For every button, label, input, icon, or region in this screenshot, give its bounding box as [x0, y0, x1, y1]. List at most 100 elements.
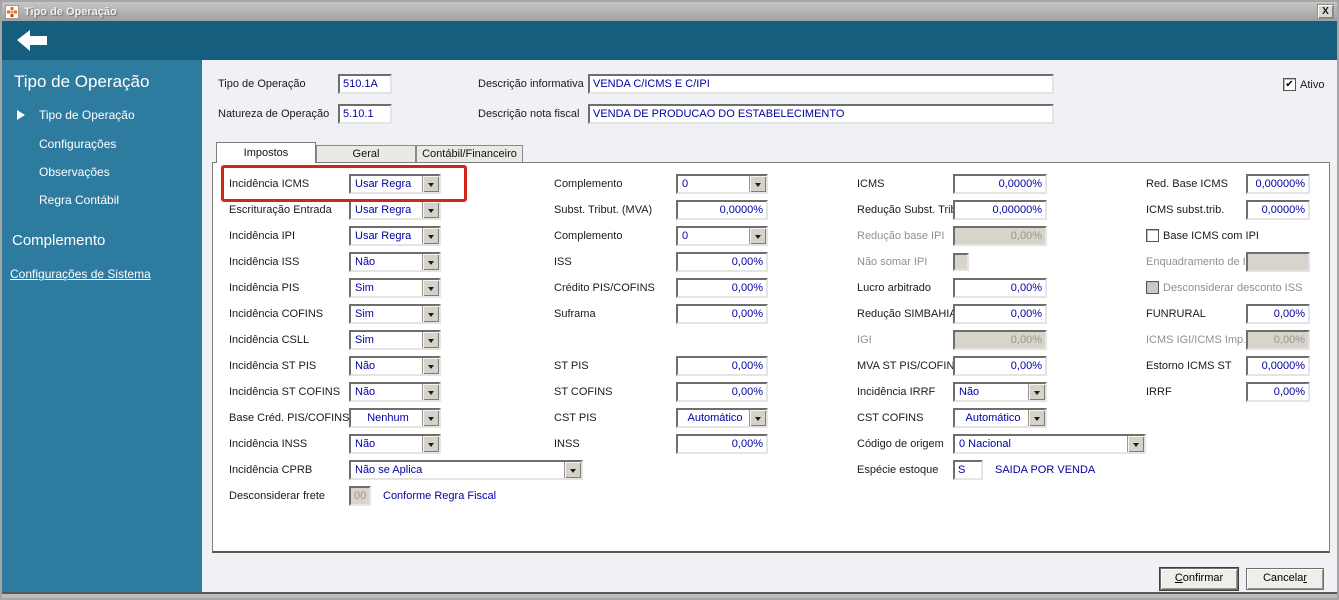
- tab-contabil-financeiro[interactable]: Contábil/Financeiro: [416, 145, 523, 162]
- incidencia-icms-select[interactable]: Usar Regra: [349, 174, 441, 194]
- incidencia-cprb-select-value: Não se Aplica: [355, 464, 423, 476]
- cst-pis-label: CST PIS: [554, 412, 597, 424]
- incidencia-iss-select[interactable]: Não: [349, 252, 441, 272]
- dropdown-arrow-icon[interactable]: [1028, 410, 1045, 426]
- sidebar-item-regra-contabil[interactable]: Regra Contábil: [39, 193, 119, 207]
- base-icms-com-ipi-checkbox[interactable]: [1146, 229, 1159, 242]
- irrf-field[interactable]: 0,00%: [1246, 382, 1310, 402]
- incidencia-iss-select-value: Não: [355, 256, 376, 268]
- dropdown-arrow-icon[interactable]: [422, 410, 439, 426]
- descricao-nota-fiscal-field[interactable]: VENDA DE PRODUCAO DO ESTABELECIMENTO: [588, 104, 1054, 124]
- incidencia-cofins-select-value: Sim: [355, 308, 374, 320]
- dropdown-arrow-glyph: [755, 234, 761, 242]
- icms-field[interactable]: 0,0000%: [953, 174, 1047, 194]
- incidencia-cprb-select[interactable]: Não se Aplica: [349, 460, 583, 480]
- ativo-checkbox[interactable]: [1283, 78, 1296, 91]
- sidebar-item-tipo-de-operacao[interactable]: Tipo de Operação: [39, 108, 135, 122]
- suframa-field[interactable]: 0,00%: [676, 304, 768, 324]
- lucro-arbitrado-field[interactable]: 0,00%: [953, 278, 1047, 298]
- cst-pis-select[interactable]: Automático: [676, 408, 768, 428]
- codigo-de-origem-label: Código de origem: [857, 438, 944, 450]
- reducao-subst-trib-field[interactable]: 0,00000%: [953, 200, 1047, 220]
- st-cofins-field[interactable]: 0,00%: [676, 382, 768, 402]
- cancelar-button[interactable]: Cancelar: [1246, 568, 1324, 590]
- mva-st-pis-cofins-label: MVA ST PIS/COFINS: [857, 360, 962, 372]
- back-button[interactable]: [17, 30, 51, 51]
- dropdown-arrow-glyph: [428, 286, 434, 294]
- inss-field[interactable]: 0,00%: [676, 434, 768, 454]
- codigo-de-origem-select-value: 0 Nacional: [959, 438, 1011, 450]
- incidencia-csll-select-value: Sim: [355, 334, 374, 346]
- sidebar: Tipo de Operação Tipo de Operação Config…: [2, 60, 202, 592]
- cst-pis-select-value: Automático: [687, 412, 743, 424]
- dropdown-arrow-glyph: [1034, 416, 1040, 424]
- incidencia-ipi-label: Incidência IPI: [229, 230, 296, 242]
- sidebar-item-observacoes[interactable]: Observações: [39, 165, 110, 179]
- irrf-label: IRRF: [1146, 386, 1172, 398]
- incidencia-st-pis-select[interactable]: Não: [349, 356, 441, 376]
- dropdown-arrow-icon[interactable]: [422, 436, 439, 452]
- red-base-icms-field[interactable]: 0,00000%: [1246, 174, 1310, 194]
- dropdown-arrow-icon[interactable]: [422, 384, 439, 400]
- reducao-simbahia-field[interactable]: 0,00%: [953, 304, 1047, 324]
- subst-tribut-mva-field[interactable]: 0,0000%: [676, 200, 768, 220]
- icms-subst-trib-field[interactable]: 0,0000%: [1246, 200, 1310, 220]
- natureza-de-operacao-field[interactable]: 5.10.1: [338, 104, 392, 124]
- tab-impostos[interactable]: Impostos: [216, 142, 316, 163]
- dropdown-arrow-icon[interactable]: [564, 462, 581, 478]
- dropdown-arrow-icon[interactable]: [749, 176, 766, 192]
- icms-label: ICMS: [857, 178, 885, 190]
- incidencia-ipi-select[interactable]: Usar Regra: [349, 226, 441, 246]
- igi-label: IGI: [857, 334, 872, 346]
- incidencia-inss-select[interactable]: Não: [349, 434, 441, 454]
- igi-field: 0,00%: [953, 330, 1047, 350]
- incidencia-cofins-select[interactable]: Sim: [349, 304, 441, 324]
- sidebar-item-configuracoes[interactable]: Configurações: [39, 137, 116, 151]
- escrituracao-entrada-select[interactable]: Usar Regra: [349, 200, 441, 220]
- complemento-select[interactable]: 0: [676, 226, 768, 246]
- st-pis-label: ST PIS: [554, 360, 589, 372]
- dropdown-arrow-icon[interactable]: [1127, 436, 1144, 452]
- descricao-informativa-field[interactable]: VENDA C/ICMS E C/IPI: [588, 74, 1054, 94]
- base-cred-pis-cofins-select[interactable]: Nenhum: [349, 408, 441, 428]
- dropdown-arrow-icon[interactable]: [749, 228, 766, 244]
- dropdown-arrow-icon[interactable]: [422, 358, 439, 374]
- close-button[interactable]: X: [1317, 4, 1334, 19]
- dropdown-arrow-icon[interactable]: [422, 332, 439, 348]
- dropdown-arrow-icon[interactable]: [749, 410, 766, 426]
- dropdown-arrow-icon[interactable]: [422, 228, 439, 244]
- confirmar-button[interactable]: Confirmar: [1159, 567, 1239, 591]
- dropdown-arrow-icon[interactable]: [422, 306, 439, 322]
- incidencia-csll-select[interactable]: Sim: [349, 330, 441, 350]
- window-title: Tipo de Operação: [24, 5, 117, 18]
- complemento-select[interactable]: 0: [676, 174, 768, 194]
- dropdown-arrow-icon[interactable]: [422, 254, 439, 270]
- dropdown-arrow-icon[interactable]: [422, 202, 439, 218]
- estorno-icms-st-field[interactable]: 0,0000%: [1246, 356, 1310, 376]
- base-icms-com-ipi-label: Base ICMS com IPI: [1163, 230, 1259, 242]
- sidebar-link-configuracoes-de-sistema[interactable]: Configurações de Sistema: [10, 267, 151, 281]
- tipo-de-operacao-label: Tipo de Operação: [218, 78, 306, 90]
- dropdown-arrow-icon[interactable]: [422, 176, 439, 192]
- especie-estoque-label: Espécie estoque: [857, 464, 939, 476]
- dropdown-arrow-glyph: [428, 182, 434, 190]
- dropdown-arrow-icon[interactable]: [422, 280, 439, 296]
- iss-field[interactable]: 0,00%: [676, 252, 768, 272]
- tipo-de-operacao-field[interactable]: 510.1A: [338, 74, 392, 94]
- incidencia-iss-label: Incidência ISS: [229, 256, 300, 268]
- st-pis-field[interactable]: 0,00%: [676, 356, 768, 376]
- funrural-field[interactable]: 0,00%: [1246, 304, 1310, 324]
- cst-cofins-select[interactable]: Automático: [953, 408, 1047, 428]
- incidencia-irrf-select[interactable]: Não: [953, 382, 1047, 402]
- credito-pis-cofins-field[interactable]: 0,00%: [676, 278, 768, 298]
- incidencia-pis-select[interactable]: Sim: [349, 278, 441, 298]
- incidencia-pis-label: Incidência PIS: [229, 282, 300, 294]
- dropdown-arrow-icon[interactable]: [1028, 384, 1045, 400]
- incidencia-st-cofins-select[interactable]: Não: [349, 382, 441, 402]
- codigo-de-origem-select[interactable]: 0 Nacional: [953, 434, 1146, 454]
- incidencia-st-cofins-select-value: Não: [355, 386, 376, 398]
- incidencia-st-pis-label: Incidência ST PIS: [229, 360, 317, 372]
- tab-geral[interactable]: Geral: [316, 145, 416, 162]
- mva-st-pis-cofins-field[interactable]: 0,00%: [953, 356, 1047, 376]
- especie-estoque-field[interactable]: S: [953, 460, 983, 480]
